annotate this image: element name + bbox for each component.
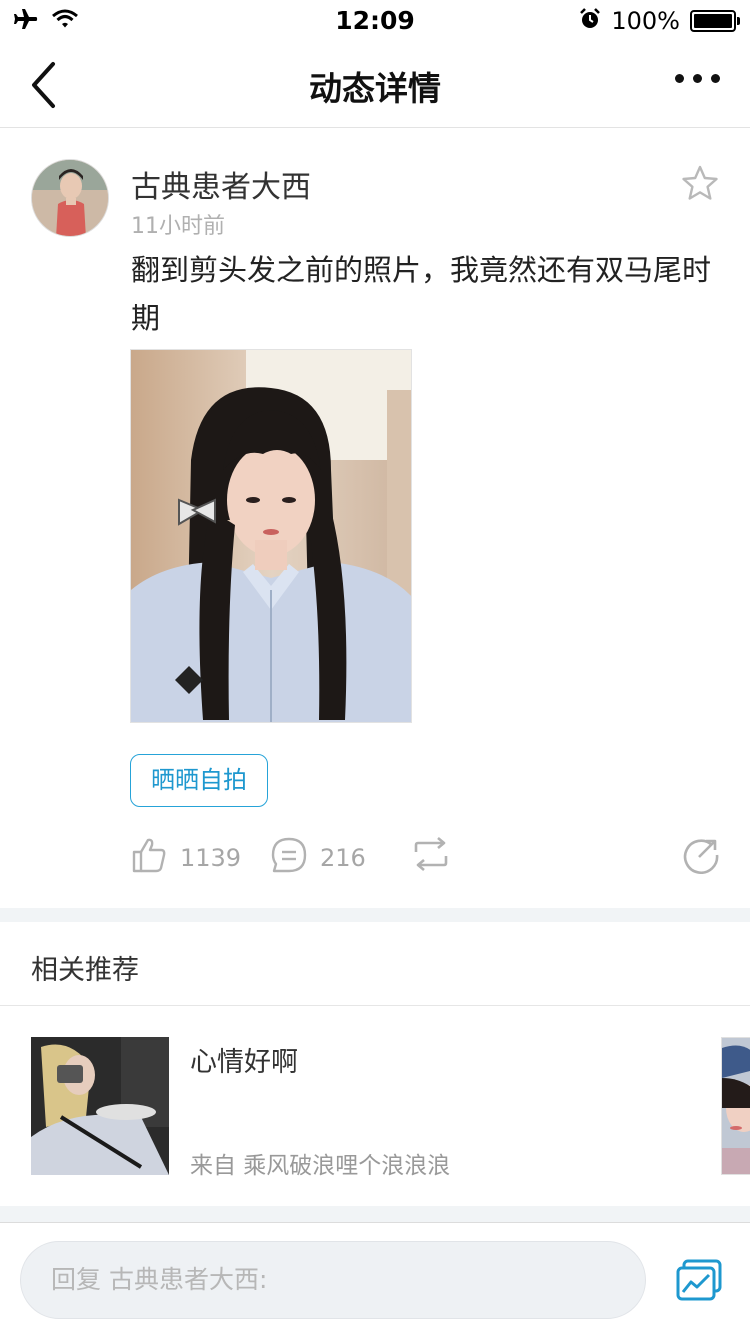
battery-percent: 100% bbox=[611, 7, 680, 35]
like-count: 1139 bbox=[180, 844, 242, 872]
comment-icon bbox=[270, 836, 308, 880]
post-photo[interactable] bbox=[130, 349, 412, 723]
repost-button[interactable] bbox=[410, 836, 452, 878]
more-dots-icon[interactable] bbox=[675, 74, 720, 83]
reply-bar: 回复 古典患者大西: bbox=[0, 1222, 750, 1334]
author-name[interactable]: 古典患者大西 bbox=[131, 162, 311, 206]
share-icon bbox=[682, 836, 720, 880]
recommend-title: 相关推荐 bbox=[31, 955, 139, 986]
recommend-header: 相关推荐 bbox=[0, 922, 750, 1006]
comment-count: 216 bbox=[320, 844, 366, 872]
battery-icon bbox=[690, 10, 740, 32]
recommend-thumbnail[interactable] bbox=[31, 1037, 169, 1175]
star-icon[interactable] bbox=[680, 164, 720, 204]
like-button[interactable]: 1139 bbox=[130, 836, 241, 880]
reply-input[interactable]: 回复 古典患者大西: bbox=[20, 1241, 646, 1319]
avatar[interactable] bbox=[31, 159, 109, 237]
topic-tag[interactable]: 晒晒自拍 bbox=[130, 754, 268, 807]
recommend-thumbnail-next[interactable] bbox=[721, 1037, 750, 1175]
list-item[interactable]: 心情好啊 来自 乘风破浪哩个浪浪浪 bbox=[0, 1006, 750, 1206]
thumbs-up-icon bbox=[130, 836, 168, 880]
comment-button[interactable]: 216 bbox=[270, 836, 366, 880]
nav-bar: 动态详情 bbox=[0, 40, 750, 128]
alarm-icon bbox=[579, 8, 601, 34]
recommend-item-source: 来自 乘风破浪哩个浪浪浪 bbox=[190, 1153, 451, 1179]
post-time: 11小时前 bbox=[131, 214, 225, 239]
section-divider bbox=[0, 908, 750, 922]
image-gallery-icon[interactable] bbox=[676, 1259, 722, 1301]
post-actions: 1139 216 bbox=[130, 836, 720, 882]
share-button[interactable] bbox=[682, 836, 720, 880]
post-card: 古典患者大西 11小时前 翻到剪头发之前的照片，我竟然还有双马尾时期 晒晒自拍 … bbox=[0, 128, 750, 908]
page-title: 动态详情 bbox=[309, 69, 441, 108]
section-divider-bottom bbox=[0, 1206, 750, 1222]
status-bar: 12:09 100% bbox=[0, 0, 750, 40]
recommend-item-title: 心情好啊 bbox=[190, 1047, 298, 1078]
post-text: 翻到剪头发之前的照片，我竟然还有双马尾时期 bbox=[131, 253, 712, 335]
repost-icon bbox=[410, 836, 452, 878]
